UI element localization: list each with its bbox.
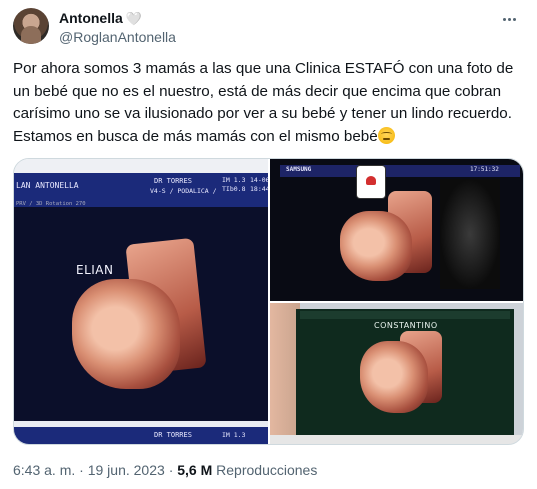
tweet-meta: 6:43 a. m. · 19 jun. 2023 · 5,6 M Reprod… <box>13 461 317 479</box>
doctor-footer-text: DR TORRES <box>154 431 192 439</box>
display-name[interactable]: Antonella 🤍 <box>59 9 176 27</box>
clock-text: 17:51:32 <box>470 166 499 173</box>
media-grid: LAN ANTONELLA DR TORRES V4-S / PODALICA … <box>13 158 524 445</box>
views-count: 5,6 M <box>177 462 213 478</box>
tweet-time[interactable]: 6:43 a. m. <box>13 462 75 478</box>
name-label-constantino: CONSTANTINO <box>374 321 438 330</box>
sticker-icon <box>356 165 386 199</box>
ultrasound-photo-constantino[interactable]: CONSTANTINO <box>270 303 523 444</box>
meta-separator: · <box>79 462 84 478</box>
more-options-icon[interactable] <box>498 8 520 30</box>
patient-name-text: LAN ANTONELLA <box>16 181 79 190</box>
date-text: 14-06 <box>250 176 268 184</box>
clock-text: 18:44 <box>250 185 268 193</box>
tib-text: TIb0.8 <box>222 185 246 193</box>
fetus-face-shape <box>360 341 428 413</box>
meta-separator: · <box>168 462 174 478</box>
relieved-face-emoji-icon <box>377 126 395 144</box>
display-name-text[interactable]: Antonella <box>59 9 123 27</box>
author-names: Antonella 🤍 @RoglanAntonella <box>59 9 176 47</box>
im-text: IM 1.3 <box>222 176 246 184</box>
white-heart-icon: 🤍 <box>125 10 142 26</box>
brand-text: SAMSUNG <box>286 166 312 173</box>
screen-bottom-edge <box>270 435 523 444</box>
screen-header-bar <box>300 311 510 319</box>
handle[interactable]: @RoglanAntonella <box>59 27 176 47</box>
tweet-date[interactable]: 19 jun. 2023 <box>88 462 165 478</box>
ultrasound-photo-elian[interactable]: LAN ANTONELLA DR TORRES V4-S / PODALICA … <box>14 159 268 444</box>
tweet-text: Por ahora somos 3 mamás a las que una Cl… <box>13 58 525 148</box>
doctor-text: DR TORRES <box>154 177 192 185</box>
tweet-header: Antonella 🤍 @RoglanAntonella <box>13 8 524 48</box>
tweet-text-body: Por ahora somos 3 mamás a las que una Cl… <box>13 60 514 145</box>
probe-text: V4-S / PODALICA / <box>150 187 217 195</box>
im-footer-text: IM 1.3 <box>222 431 246 439</box>
ultrasound-photo-2[interactable]: SAMSUNG 17:51:32 <box>270 159 523 301</box>
avatar[interactable] <box>13 8 49 44</box>
fetus-face-shape <box>340 211 412 281</box>
fetus-face-shape <box>72 279 180 389</box>
rotation-text: PRV / 3D Rotation 270 <box>16 201 86 207</box>
views-label: Reproducciones <box>216 462 318 478</box>
dark-shadow <box>440 179 500 289</box>
name-label-elian: ELIAN <box>76 263 114 277</box>
